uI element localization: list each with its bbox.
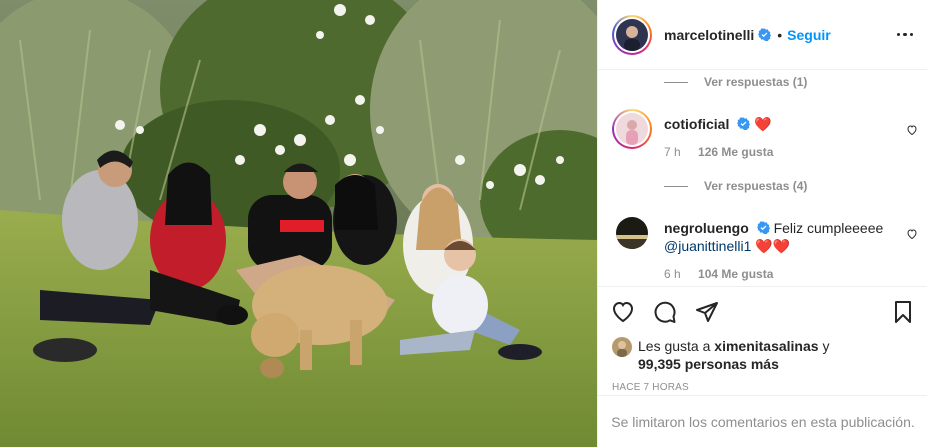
view-replies-label: Ver respuestas (1) xyxy=(704,75,808,89)
commenter-avatar[interactable] xyxy=(612,109,652,149)
more-options-icon[interactable] xyxy=(891,27,913,43)
follow-button[interactable]: Seguir xyxy=(787,27,831,43)
comment-likes[interactable]: 126 Me gusta xyxy=(698,145,773,159)
comment-mention-link[interactable]: @juanittinelli1 xyxy=(664,238,751,254)
author-avatar-image xyxy=(616,18,648,51)
comment-emoji: ❤️ xyxy=(754,116,772,132)
comment-like-heart-icon[interactable] xyxy=(906,123,918,136)
likes-text: Les gusta a ximenitasalinas y 99,395 per… xyxy=(638,337,829,373)
comment-body: cotioficial ❤️ xyxy=(664,115,904,133)
comment-meta: 6 h 104 Me gusta xyxy=(664,267,773,281)
comment-time[interactable]: 7 h xyxy=(664,145,681,159)
post-side-panel: marcelotinelli • Seguir Ver respuestas (… xyxy=(597,0,927,447)
verified-badge-icon xyxy=(758,28,772,41)
author-username[interactable]: marcelotinelli xyxy=(664,27,754,43)
comment-emoji: ❤️❤️ xyxy=(755,238,791,254)
liker-username[interactable]: ximenitasalinas xyxy=(714,338,818,354)
likes-count[interactable]: 99,395 personas más xyxy=(638,356,779,372)
comment-item: cotioficial ❤️ 7 h 126 Me gusta xyxy=(612,109,922,169)
action-bar xyxy=(598,287,927,337)
heart-icon[interactable] xyxy=(610,299,636,325)
replies-line xyxy=(664,185,688,187)
comment-text: Feliz cumpleeeee xyxy=(773,220,884,236)
verified-badge-icon xyxy=(737,117,751,130)
post-actions-section: Les gusta a ximenitasalinas y 99,395 per… xyxy=(598,286,927,401)
view-replies-label: Ver respuestas (4) xyxy=(704,179,808,193)
post-header: marcelotinelli • Seguir xyxy=(598,0,927,70)
liker-avatar[interactable] xyxy=(612,337,632,357)
likes-summary: Les gusta a ximenitasalinas y 99,395 per… xyxy=(598,337,927,381)
family-photo-illustration xyxy=(0,0,597,447)
comment-time[interactable]: 6 h xyxy=(664,267,681,281)
commenter-avatar[interactable] xyxy=(612,213,652,253)
comment-body: negroluengo Feliz cumpleeeee @juanittine… xyxy=(664,219,904,255)
comment-item: negroluengo Feliz cumpleeeee @juanittine… xyxy=(612,213,922,283)
view-replies-button[interactable]: Ver respuestas (4) xyxy=(664,179,807,193)
instagram-post: marcelotinelli • Seguir Ver respuestas (… xyxy=(0,0,927,447)
likes-conj: y xyxy=(822,338,830,354)
comments-list[interactable]: Ver respuestas (1) cotioficial ❤️ 7 h 12… xyxy=(598,71,927,286)
bookmark-icon[interactable] xyxy=(890,299,916,325)
comment-like-heart-icon[interactable] xyxy=(906,227,918,240)
view-replies-button[interactable]: Ver respuestas (1) xyxy=(664,75,807,89)
replies-line xyxy=(664,81,688,83)
header-separator: • xyxy=(777,26,783,43)
comment-icon[interactable] xyxy=(652,299,678,325)
verified-badge-icon xyxy=(756,221,770,234)
author-avatar[interactable] xyxy=(612,14,652,55)
comments-restricted-notice: Se limitaron los comentarios en esta pub… xyxy=(598,395,927,447)
comment-meta: 7 h 126 Me gusta xyxy=(664,145,773,159)
share-icon[interactable] xyxy=(694,299,720,325)
comment-username[interactable]: cotioficial xyxy=(664,116,729,132)
likes-prefix: Les gusta a xyxy=(638,338,711,354)
comment-username[interactable]: negroluengo xyxy=(664,220,749,236)
post-photo[interactable] xyxy=(0,0,597,447)
comment-likes[interactable]: 104 Me gusta xyxy=(698,267,773,281)
